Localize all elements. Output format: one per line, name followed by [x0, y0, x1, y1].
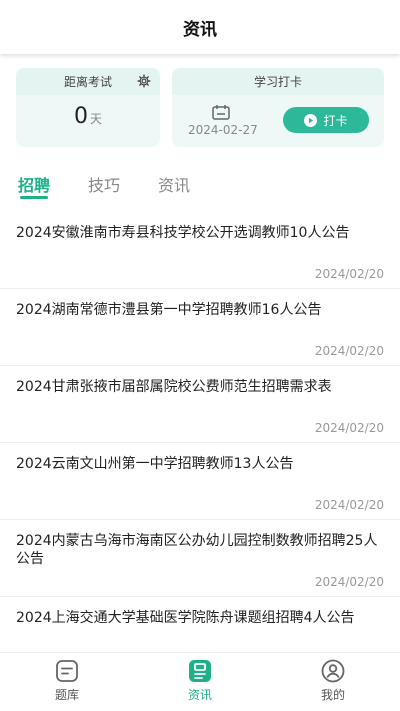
page-title: 资讯 — [183, 19, 217, 40]
exam-countdown-title: 距离考试 — [63, 75, 112, 89]
checkin-title: 学习打卡 — [253, 75, 302, 89]
countdown-number: 0 — [73, 104, 88, 129]
news-date: 2024/02/20 — [314, 344, 384, 358]
countdown-unit: 天 — [89, 112, 102, 126]
list-item[interactable]: 2024湖南常德市澧县第一中学招聘教师16人公告 2024/02/20 — [0, 289, 400, 366]
exam-countdown-value: 0 天 — [16, 104, 160, 129]
tabbar-item-question-bank[interactable]: 题库 — [27, 659, 107, 703]
news-title: 2024甘肃张掖市届部属院校公费师范生招聘需求表 — [16, 379, 332, 395]
list-item[interactable]: 2024内蒙古乌海市海南区公办幼儿园控制数教师招聘25人公告 2024/02/2… — [0, 520, 400, 597]
list-item[interactable]: 2024安徽淮南市寿县科技学校公开选调教师10人公告 2024/02/20 — [0, 212, 400, 289]
gear-icon[interactable] — [137, 74, 151, 88]
tabbar-label: 题库 — [54, 688, 79, 702]
tabbar-label: 资讯 — [187, 688, 212, 702]
study-checkin-card: 学习打卡 2024-02-27 打卡 — [172, 68, 384, 147]
checkin-date: 2024-02-27 — [188, 123, 258, 137]
news-title: 2024上海交通大学基础医学院陈舟课题组招聘4人公告 — [16, 610, 355, 626]
question-bank-icon — [56, 660, 78, 682]
exam-countdown-card[interactable]: 距离考试 0 天 — [16, 68, 160, 147]
exam-countdown-header: 距离考试 — [16, 68, 160, 95]
checkin-button[interactable]: 打卡 — [283, 107, 369, 133]
tab-recruitment[interactable]: 招聘 — [18, 172, 50, 196]
news-icon — [189, 660, 211, 682]
list-item[interactable]: 2024甘肃张掖市届部属院校公费师范生招聘需求表 2024/02/20 — [0, 366, 400, 443]
news-title: 2024湖南常德市澧县第一中学招聘教师16人公告 — [16, 302, 322, 318]
news-date: 2024/02/20 — [314, 498, 384, 512]
top-bar: 资讯 — [0, 0, 400, 54]
tabbar-label: 我的 — [320, 688, 345, 702]
checkin-button-label: 打卡 — [323, 113, 348, 128]
active-tab-indicator — [20, 196, 48, 199]
news-title: 2024云南文山州第一中学招聘教师13人公告 — [16, 456, 294, 472]
news-date: 2024/02/20 — [314, 267, 384, 281]
bottom-tab-bar: 题库 资讯 我的 — [0, 652, 400, 711]
tab-tips[interactable]: 技巧 — [88, 172, 120, 196]
calendar-icon — [212, 105, 230, 120]
tab-news[interactable]: 资讯 — [158, 172, 190, 196]
category-tabs: 招聘 技巧 资讯 — [0, 168, 400, 199]
tabbar-item-profile[interactable]: 我的 — [293, 659, 373, 703]
news-date: 2024/02/20 — [314, 575, 384, 589]
checkin-header: 学习打卡 — [172, 68, 384, 95]
list-item[interactable]: 2024云南文山州第一中学招聘教师13人公告 2024/02/20 — [0, 443, 400, 520]
tabbar-item-news[interactable]: 资讯 — [160, 659, 240, 703]
profile-icon — [321, 659, 345, 683]
news-title: 2024安徽淮南市寿县科技学校公开选调教师10人公告 — [16, 225, 350, 241]
play-icon — [304, 113, 318, 127]
news-date: 2024/02/20 — [314, 421, 384, 435]
news-title: 2024内蒙古乌海市海南区公办幼儿园控制数教师招聘25人公告 — [16, 533, 378, 567]
news-list: 2024安徽淮南市寿县科技学校公开选调教师10人公告 2024/02/20 20… — [0, 212, 400, 674]
